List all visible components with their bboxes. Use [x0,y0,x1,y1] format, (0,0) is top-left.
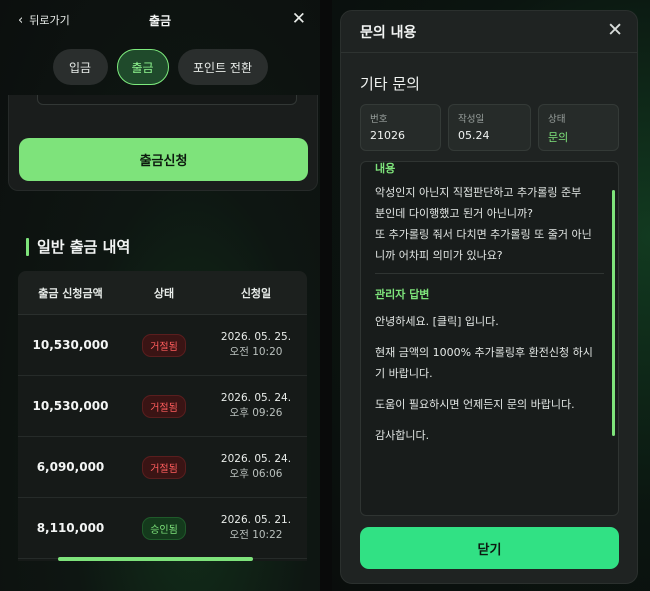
status-badge: 문의 [548,131,569,144]
close-icon[interactable]: ✕ [292,9,306,29]
answer-line: 기 바랍니다. [375,367,433,380]
info-status-box: 상태 문의 [538,104,619,151]
info-value: 05.24 [458,129,490,142]
status-cell: 승인됨 [123,516,205,540]
status-badge: 승인됨 [142,516,186,540]
content-label: 내용 [375,162,396,175]
inquiry-modal: 문의 내용 ✕ 기타 문의 번호 21026 작성일 05.24 상태 문의 내… [340,10,638,584]
row-amount: 8,110,000 [36,521,105,535]
content-divider [375,273,604,274]
table-header: 출금 신청금액 상태 신청일 [18,271,307,315]
info-label: 번호 [370,114,388,125]
table-row: 8,110,000 승인됨 2026. 05. 21. 오전 10:22 [18,498,307,559]
amount-input-edge[interactable] [37,95,297,105]
status-cell: 거절됨 [123,333,205,357]
withdraw-apply-button[interactable]: 출금신청 [19,138,308,181]
tab-withdraw[interactable]: 출금 [116,49,169,85]
modal-title: 문의 내용 [360,25,417,41]
top-bar: ‹ 뒤로가기 출금 ✕ [0,0,320,42]
info-number-box: 번호 21026 [360,104,441,151]
tab-bar: 입금 출금 포인트 전환 [0,49,320,85]
header-date: 신청일 [240,286,272,300]
row-date: 2026. 05. 21. [220,514,292,526]
row-time: 오후 06:06 [229,468,283,480]
row-time: 오후 09:26 [229,407,283,419]
answer-line: 안녕하세요. [클릭] 입니다. [375,315,499,328]
status-badge: 거절됨 [142,394,186,418]
horizontal-scroll-indicator[interactable] [58,557,253,561]
status-cell: 거절됨 [123,394,205,418]
section-accent-bar [26,237,29,256]
withdraw-form-card: 출금신청 [8,95,318,191]
row-date: 2026. 05. 24. [220,392,292,404]
row-amount: 10,530,000 [32,399,109,413]
history-title-text: 일반 출금 내역 [37,238,131,256]
date-cell: 2026. 05. 24. 오후 09:26 [205,391,307,421]
content-inner: 내용 악성인지 아닌지 직접판단하고 추가롤링 준부 분인데 다이행했고 된거 … [361,162,618,446]
modal-header: 문의 내용 ✕ [341,11,637,53]
date-cell: 2026. 05. 21. 오전 10:22 [205,513,307,543]
inquiry-content-scroll[interactable]: 내용 악성인지 아닌지 직접판단하고 추가롤링 준부 분인데 다이행했고 된거 … [360,161,619,516]
answer-line: 도움이 필요하시면 언제든지 문의 바랍니다. [375,398,575,411]
status-badge: 거절됨 [142,333,186,357]
tab-point-convert[interactable]: 포인트 전환 [177,49,268,85]
inquiry-info-row: 번호 21026 작성일 05.24 상태 문의 [360,104,619,151]
row-date: 2026. 05. 25. [220,331,292,343]
inquiry-category: 기타 문의 [360,75,420,93]
status-badge: 거절됨 [142,455,186,479]
panel-divider [320,0,332,591]
header-status: 상태 [153,286,175,300]
status-cell: 거절됨 [123,455,205,479]
date-cell: 2026. 05. 24. 오후 06:06 [205,452,307,482]
table-row: 10,530,000 거절됨 2026. 05. 24. 오후 09:26 [18,376,307,437]
answer-line: 감사합니다. [375,429,430,442]
header-amount: 출금 신청금액 [38,286,103,300]
row-amount: 10,530,000 [32,338,109,352]
info-label: 작성일 [458,114,485,125]
question-line: 또 추가롤링 줘서 다치면 추가롤링 또 줄거 아닌 [375,228,592,241]
answer-label: 관리자 답변 [375,288,430,301]
withdrawal-panel: ‹ 뒤로가기 출금 ✕ 입금 출금 포인트 전환 출금신청 일반 출금 내역 출… [0,0,320,591]
info-label: 상태 [548,114,566,125]
close-icon[interactable]: ✕ [607,19,623,41]
table-row: 10,530,000 거절됨 2026. 05. 25. 오전 10:20 [18,315,307,376]
answer-line: 현재 금액의 1000% 추가롤링후 환전신청 하시 [375,346,593,359]
history-section-title: 일반 출금 내역 [26,236,130,257]
table-row: 6,090,000 거절됨 2026. 05. 24. 오후 06:06 [18,437,307,498]
close-modal-button[interactable]: 닫기 [360,527,619,569]
date-cell: 2026. 05. 25. 오전 10:20 [205,330,307,360]
vertical-scrollbar[interactable] [612,190,615,436]
row-amount: 6,090,000 [36,460,105,474]
info-date-box: 작성일 05.24 [448,104,531,151]
page-title: 출금 [148,14,172,28]
question-text: 악성인지 아닌지 직접판단하고 추가롤링 준부 분인데 다이행했고 된거 아닌니… [375,182,604,266]
question-line: 악성인지 아닌지 직접판단하고 추가롤링 준부 [375,186,582,199]
question-line: 니까 어차피 의미가 있나요? [375,249,503,262]
row-time: 오전 10:20 [229,346,283,358]
withdrawal-history-table: 출금 신청금액 상태 신청일 10,530,000 거절됨 2026. 05. … [18,271,307,561]
row-time: 오전 10:22 [229,529,283,541]
row-date: 2026. 05. 24. [220,453,292,465]
info-value: 21026 [370,129,405,142]
tab-deposit[interactable]: 입금 [52,49,108,85]
question-line: 분인데 다이행했고 된거 아닌니까? [375,207,534,220]
